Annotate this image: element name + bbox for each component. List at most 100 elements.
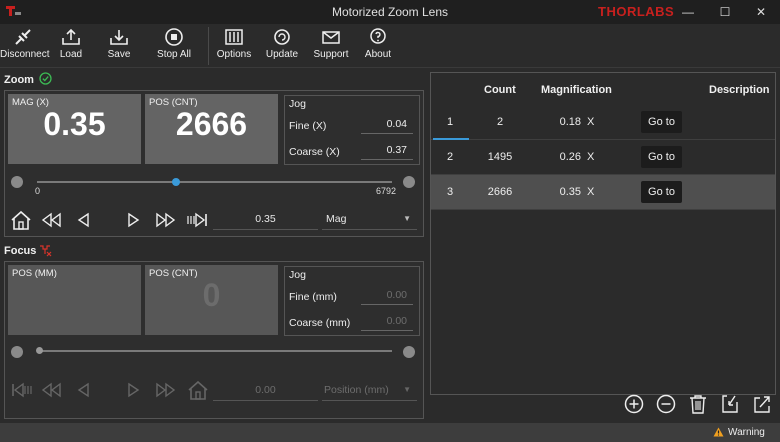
focus-mode-select[interactable]: Position (mm) ▼: [322, 379, 417, 401]
maximize-icon[interactable]: ☐: [713, 2, 737, 22]
save-button[interactable]: Save: [104, 24, 134, 68]
about-label: About: [364, 49, 392, 60]
focus-mode-value: Position (mm): [324, 384, 389, 396]
focus-pos-mm-label: POS (MM): [12, 268, 57, 279]
fast-forward-icon[interactable]: [154, 208, 178, 232]
focus-home-icon[interactable]: [186, 378, 210, 402]
fine-input[interactable]: 0.04: [361, 114, 413, 134]
focus-jog-group: Jog Fine (mm) 0.00 Coarse (mm) 0.00: [284, 266, 420, 336]
home-icon[interactable]: [9, 208, 33, 232]
preset-table: Count Magnification Description 1 2 0.18…: [430, 72, 776, 395]
zoom-mode-value: Mag: [326, 213, 347, 225]
about-button[interactable]: About: [362, 24, 394, 68]
focus-slider-thumb[interactable]: [36, 347, 43, 354]
goto-button[interactable]: Go to: [641, 111, 682, 133]
step-forward-icon[interactable]: [121, 208, 145, 232]
focus-slider-track[interactable]: [37, 350, 392, 352]
slider-max-label: 6792: [376, 186, 397, 196]
focus-slider-min-stop[interactable]: [11, 346, 23, 358]
focus-coarse-label: Coarse (mm): [289, 317, 351, 329]
remove-icon[interactable]: [655, 393, 677, 415]
row-index: 2: [447, 151, 454, 163]
support-button[interactable]: Support: [311, 24, 351, 68]
update-label: Update: [265, 49, 299, 60]
row-magnification: 0.18: [559, 116, 581, 128]
table-row-selected[interactable]: 3 2666 0.35 X Go to: [431, 175, 775, 210]
minimize-icon[interactable]: —: [676, 2, 700, 22]
focus-target-input[interactable]: 0.00: [213, 379, 318, 401]
close-icon[interactable]: ✕: [749, 2, 773, 22]
add-icon[interactable]: [623, 393, 645, 415]
about-icon: [370, 28, 386, 44]
warning-icon: [713, 427, 724, 437]
status-bar: Warning: [0, 423, 780, 442]
focus-panel: POS (MM) POS (CNT) 0 Jog Fine (mm) 0.00 …: [4, 261, 424, 419]
coarse-input[interactable]: 0.37: [361, 140, 413, 160]
export-icon[interactable]: [751, 393, 773, 415]
slider-min-stop[interactable]: [11, 176, 23, 188]
zoom-jog-group: Jog Fine (X) 0.04 Coarse (X) 0.37: [284, 95, 420, 165]
move-to-start-icon[interactable]: [9, 378, 33, 402]
row-magnification: 0.26: [559, 151, 581, 163]
focus-coarse-input[interactable]: 0.00: [361, 311, 413, 331]
row-index: 1: [447, 116, 454, 128]
focus-pos-cnt-value: 0: [202, 277, 221, 313]
save-label: Save: [107, 49, 131, 60]
focus-title: Focus: [4, 245, 37, 257]
disconnect-icon: [15, 29, 31, 45]
update-button[interactable]: Update: [265, 24, 299, 68]
load-icon: [62, 28, 80, 45]
zoom-panel: MAG (X) 0.35 POS (CNT) 2666 Jog Fine (X)…: [4, 90, 424, 237]
update-icon: [274, 29, 290, 45]
pos-value: 2666: [175, 106, 248, 142]
status-ok-icon: [39, 72, 52, 85]
zoom-mode-select[interactable]: Mag ▼: [322, 208, 417, 230]
support-label: Support: [313, 49, 349, 60]
coarse-label: Coarse (X): [289, 146, 340, 158]
row-unit: X: [587, 186, 595, 198]
focus-pos-cnt-readout: POS (CNT) 0: [145, 265, 278, 335]
slider-max-stop[interactable]: [403, 176, 415, 188]
zoom-target-input[interactable]: 0.35: [213, 208, 318, 230]
zoom-slider-thumb[interactable]: [172, 178, 181, 186]
disconnect-button[interactable]: Disconnect: [0, 24, 50, 68]
fine-label: Fine (X): [289, 120, 327, 132]
options-button[interactable]: Options: [216, 24, 252, 68]
brand-logo: THORLABS: [598, 4, 675, 19]
save-icon: [110, 30, 128, 45]
header-count: Count: [484, 84, 516, 96]
import-icon[interactable]: [719, 393, 741, 415]
toolbar: Disconnect Load Save Stop All Options Up…: [0, 24, 780, 68]
status-error-icon: [40, 245, 52, 257]
goto-button[interactable]: Go to: [641, 146, 682, 168]
warning-label[interactable]: Warning: [728, 427, 765, 438]
disconnect-label: Disconnect: [0, 49, 50, 60]
row-count: 2: [496, 116, 504, 128]
delete-icon[interactable]: [687, 393, 709, 415]
row-count: 2666: [487, 186, 513, 198]
pos-readout: POS (CNT) 2666: [145, 94, 278, 164]
load-label: Load: [59, 49, 83, 60]
toolbar-separator: [208, 27, 209, 65]
row-unit: X: [587, 151, 595, 163]
zoom-title: Zoom: [4, 74, 34, 86]
focus-fine-input[interactable]: 0.00: [361, 285, 413, 305]
fast-reverse-icon[interactable]: [39, 208, 63, 232]
step-reverse-icon[interactable]: [72, 208, 96, 232]
load-button[interactable]: Load: [56, 24, 86, 68]
stop-all-button[interactable]: Stop All: [154, 24, 194, 68]
focus-fast-forward-icon[interactable]: [154, 378, 178, 402]
table-row[interactable]: 1 2 0.18 X Go to: [431, 105, 775, 140]
table-row[interactable]: 2 1495 0.26 X Go to: [431, 140, 775, 175]
row-index: 3: [447, 186, 454, 198]
options-label: Options: [216, 49, 252, 60]
zoom-slider-track[interactable]: [37, 181, 392, 183]
focus-slider-max-stop[interactable]: [403, 346, 415, 358]
move-to-end-icon[interactable]: [186, 208, 210, 232]
goto-button[interactable]: Go to: [641, 181, 682, 203]
focus-step-forward-icon[interactable]: [121, 378, 145, 402]
focus-fast-reverse-icon[interactable]: [39, 378, 63, 402]
header-description: Description: [709, 84, 770, 96]
focus-step-reverse-icon[interactable]: [72, 378, 96, 402]
stop-icon: [165, 28, 183, 46]
